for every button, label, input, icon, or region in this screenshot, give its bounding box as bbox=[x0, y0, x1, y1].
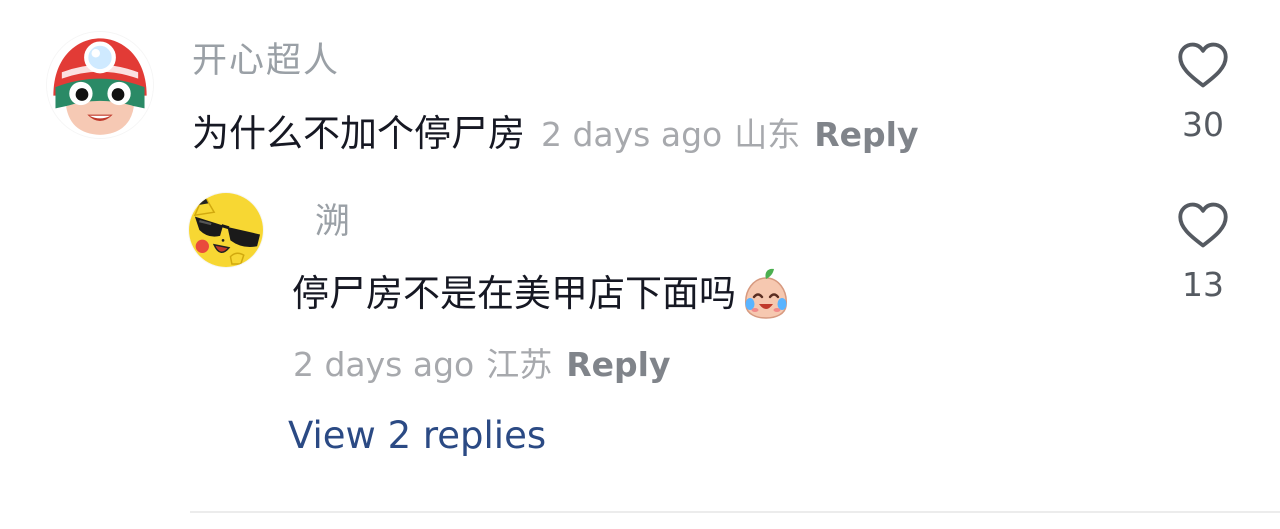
reply-row: 停尸房不是在美甲店下面吗 bbox=[292, 266, 794, 322]
comment-like-count: 30 bbox=[1182, 105, 1224, 144]
reply-reply-button[interactable]: Reply bbox=[566, 345, 670, 384]
comment-reply-button[interactable]: Reply bbox=[814, 115, 918, 154]
reply-like-group: 13 bbox=[1168, 200, 1238, 301]
comment-region: 山东 bbox=[734, 115, 801, 154]
crying-laughing-emoji-icon bbox=[738, 266, 794, 322]
comment-username[interactable]: 开心超人 bbox=[192, 44, 340, 79]
reply-username[interactable]: 溯 bbox=[315, 205, 350, 240]
comment-meta: 2 days ago 山东 bbox=[541, 108, 800, 156]
reply-text: 停尸房不是在美甲店下面吗 bbox=[292, 271, 736, 315]
pikachu-sunglasses-avatar-icon[interactable] bbox=[189, 193, 263, 267]
comment-row: 为什么不加个停尸房 2 days ago 山东 Reply bbox=[192, 108, 918, 156]
reply-meta: 2 days ago 江苏 bbox=[293, 338, 552, 386]
reply-meta-row: 2 days ago 江苏 Reply bbox=[293, 338, 670, 386]
superhero-avatar-icon[interactable] bbox=[47, 32, 153, 138]
reply-timestamp: 2 days ago bbox=[293, 345, 475, 384]
heart-icon[interactable] bbox=[1175, 200, 1231, 250]
comment-timestamp: 2 days ago bbox=[541, 115, 723, 154]
heart-icon[interactable] bbox=[1175, 40, 1231, 90]
reply-region: 江苏 bbox=[486, 345, 553, 384]
view-replies-link[interactable]: View 2 replies bbox=[288, 414, 546, 457]
reply-like-count: 13 bbox=[1182, 265, 1224, 304]
divider bbox=[190, 511, 1280, 513]
comment-like-group: 30 bbox=[1168, 40, 1238, 141]
comment-text: 为什么不加个停尸房 bbox=[192, 112, 525, 155]
